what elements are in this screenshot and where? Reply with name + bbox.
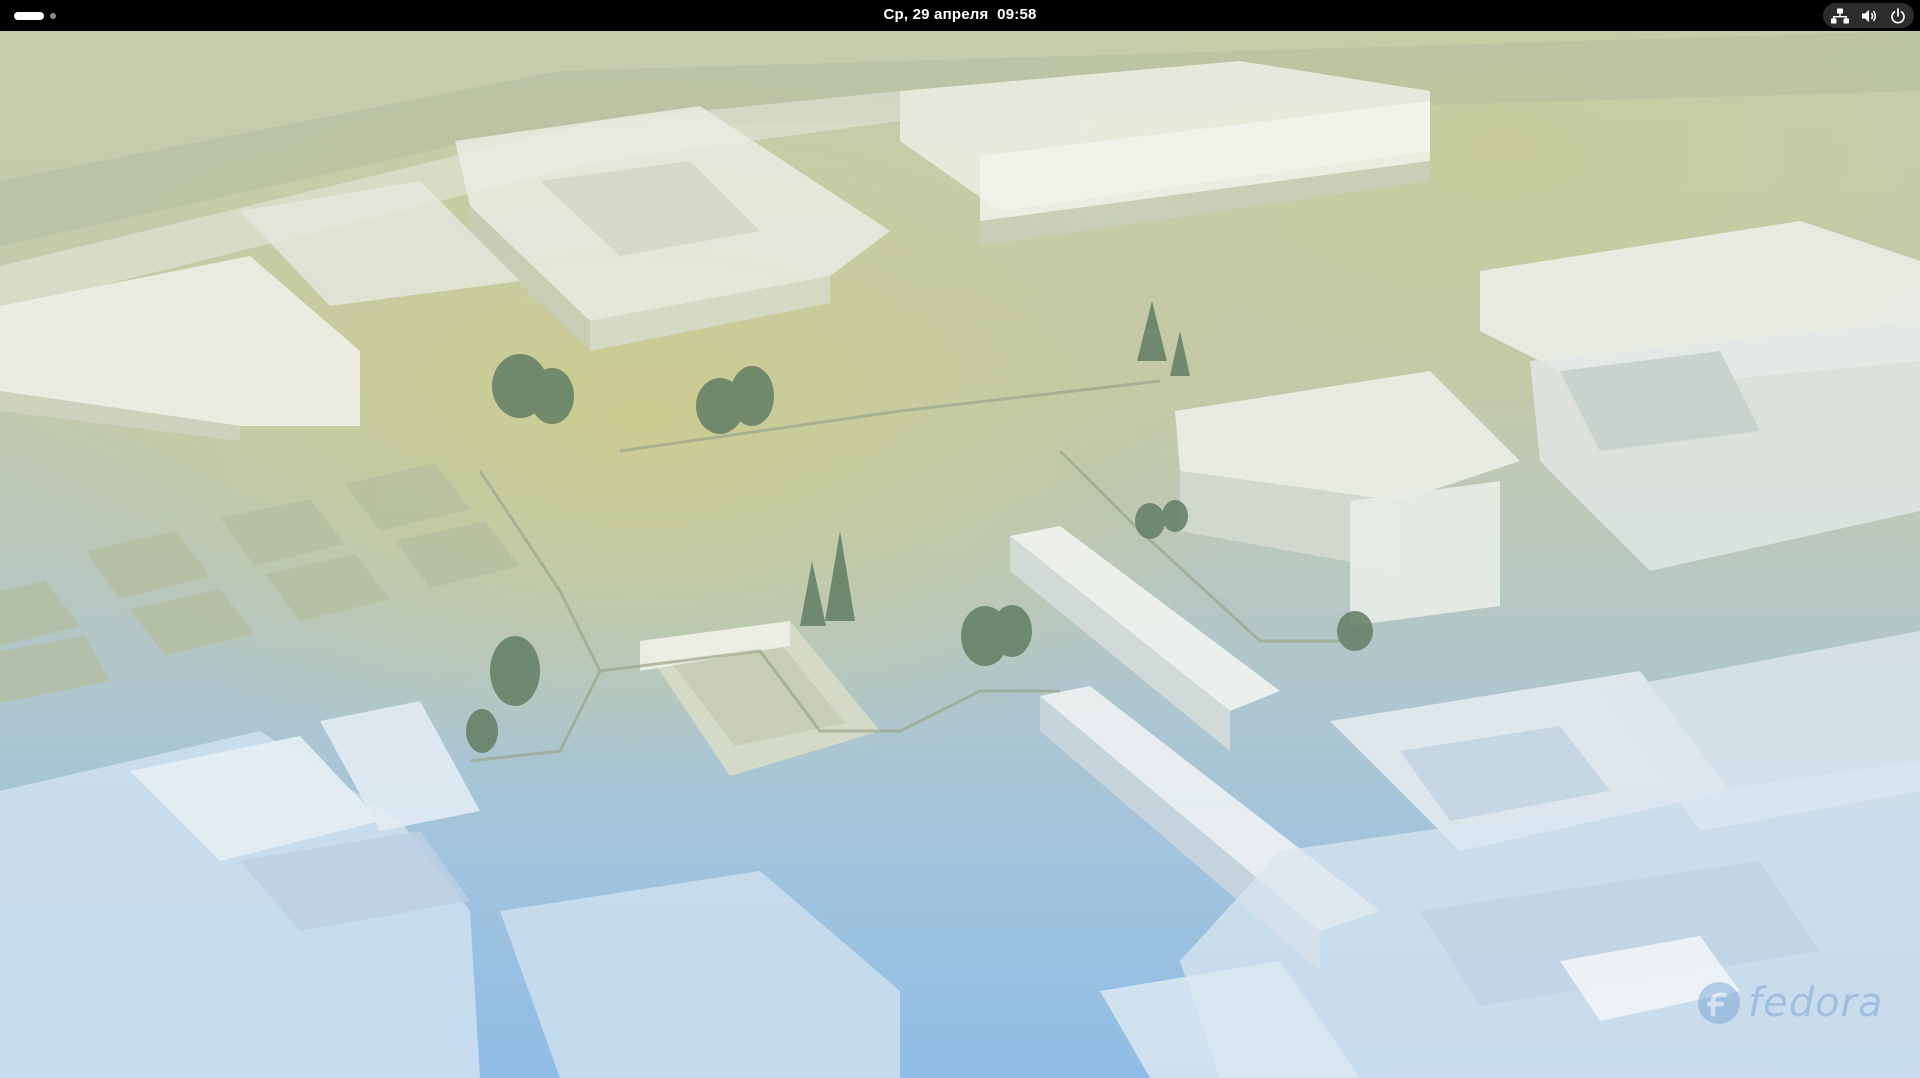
fedora-logo: fedora <box>1696 980 1884 1026</box>
system-menu-button[interactable] <box>1823 3 1914 28</box>
network-wired-icon <box>1831 8 1849 24</box>
top-bar: Ср, 29 апреля 09:58 <box>0 0 1920 31</box>
building-block <box>455 106 890 351</box>
volume-icon <box>1861 8 1878 24</box>
building-block <box>900 61 1430 246</box>
fedora-logo-text: fedora <box>1748 980 1884 1026</box>
fedora-logo-icon <box>1698 982 1740 1024</box>
building-block <box>1175 221 1920 626</box>
clock-container: Ср, 29 апреля 09:58 <box>0 0 1920 31</box>
plaza-tiles <box>0 463 520 703</box>
power-icon <box>1890 7 1906 24</box>
desktop: Ср, 29 апреля 09:58 fedora <box>0 0 1920 1078</box>
wallpaper <box>0 31 1920 1078</box>
courtyard <box>640 621 880 776</box>
date-time-button[interactable]: Ср, 29 апреля 09:58 <box>877 6 1042 23</box>
